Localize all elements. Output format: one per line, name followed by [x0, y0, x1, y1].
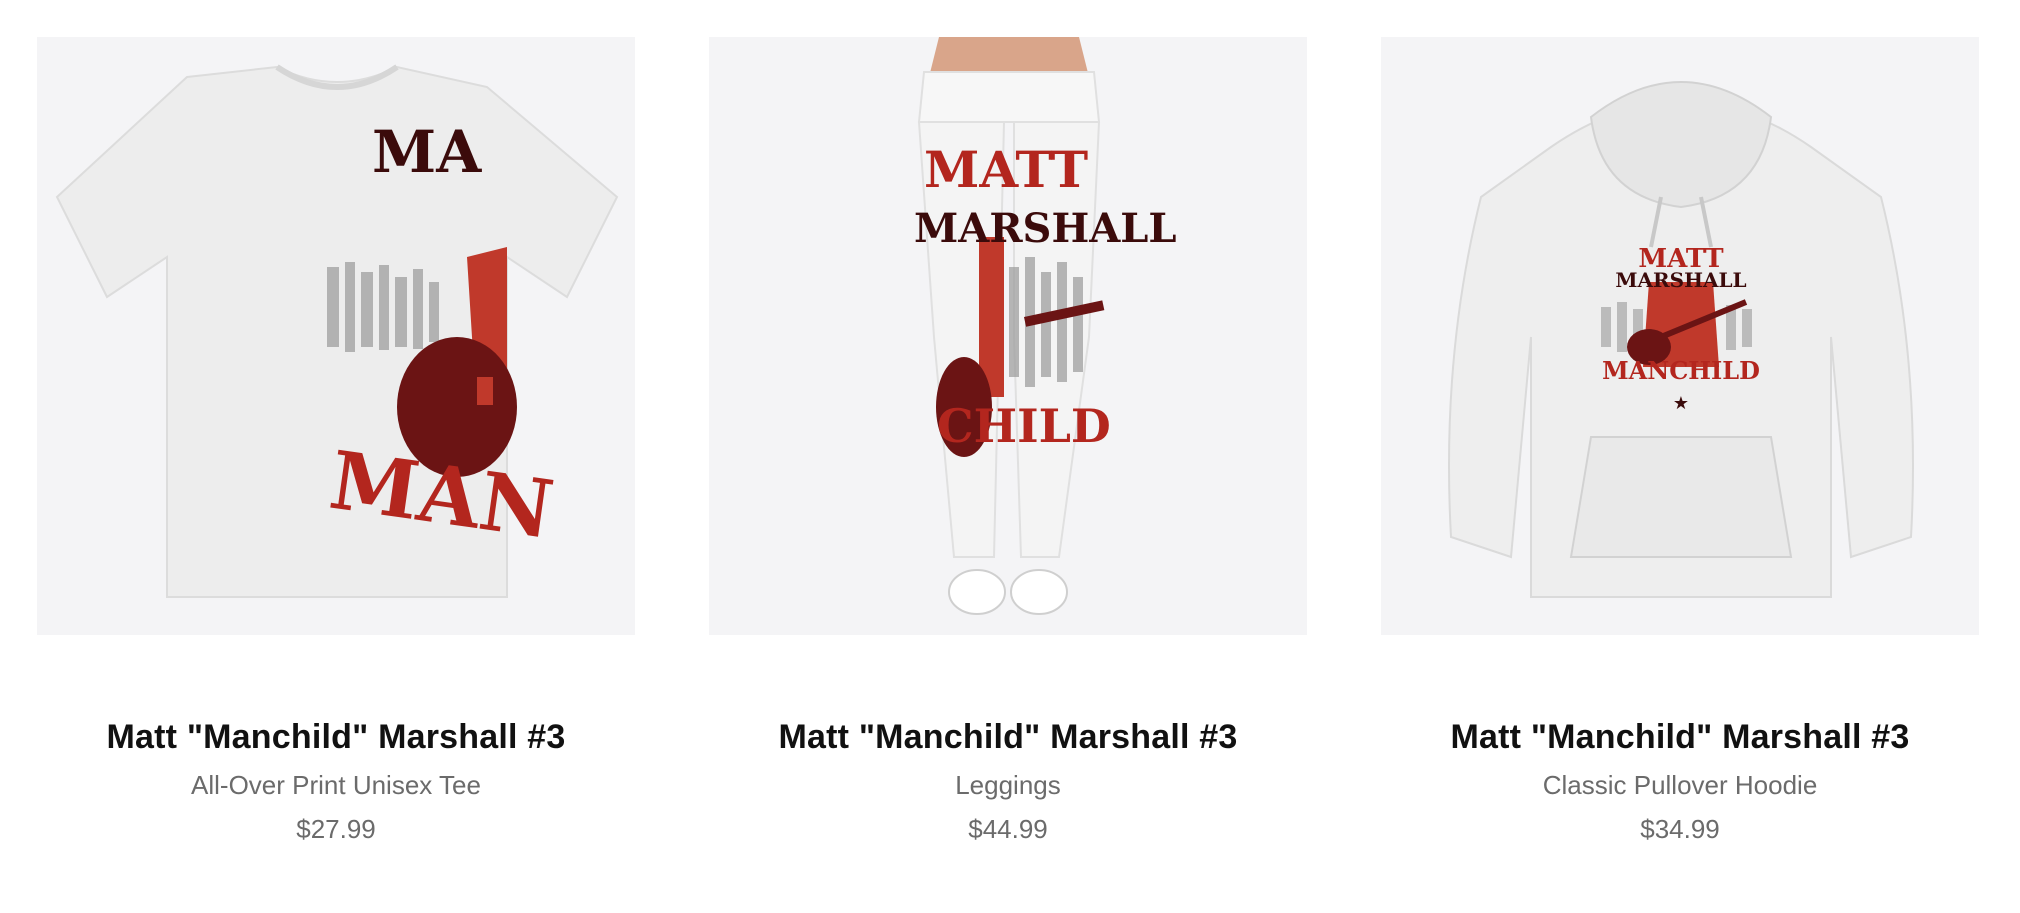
hoodie-icon: MATT MARSHALL MANCHILD ★ [1448, 81, 1914, 598]
product-meta: Matt "Manchild" Marshall #3 Classic Pull… [1381, 715, 1979, 845]
product-image-tee[interactable]: MA MAN [37, 37, 635, 635]
product-image-hoodie[interactable]: MATT MARSHALL MANCHILD ★ [1381, 37, 1979, 635]
product-card-hoodie[interactable]: MATT MARSHALL MANCHILD ★ Matt "Manchild"… [1381, 37, 1979, 845]
product-type: Leggings [955, 770, 1061, 800]
product-card-tee[interactable]: MA MAN Matt "Manchild" Marshall #3 All-O… [37, 37, 635, 845]
leggings-icon: MATT MARSHALL CHILD [914, 37, 1177, 615]
star-icon: ★ [1673, 393, 1689, 414]
product-title[interactable]: Matt "Manchild" Marshall #3 [37, 715, 635, 759]
tshirt-icon: MA MAN [55, 64, 619, 598]
print-text-bottom: MANCHILD [1602, 356, 1760, 385]
product-price: $34.99 [1640, 814, 1720, 844]
print-text-top: MATT [924, 140, 1088, 199]
print-text-top: MA [372, 118, 482, 186]
product-meta: Matt "Manchild" Marshall #3 Leggings $44… [709, 715, 1307, 845]
product-price: $44.99 [968, 814, 1048, 844]
product-card-leggings[interactable]: MATT MARSHALL CHILD Matt "Manchild" Mars… [709, 37, 1307, 845]
product-title[interactable]: Matt "Manchild" Marshall #3 [709, 715, 1307, 759]
product-price: $27.99 [296, 814, 376, 844]
product-image-leggings[interactable]: MATT MARSHALL CHILD [709, 37, 1307, 635]
product-title[interactable]: Matt "Manchild" Marshall #3 [1381, 715, 1979, 759]
print-text-mid: MARSHALL [1615, 268, 1746, 292]
print-text-mid: MARSHALL [914, 205, 1177, 252]
product-type: All-Over Print Unisex Tee [191, 770, 481, 800]
product-type: Classic Pullover Hoodie [1542, 770, 1818, 800]
print-text-bottom: CHILD [937, 399, 1111, 453]
product-grid: MA MAN Matt "Manchild" Marshall #3 All-O… [0, 0, 2020, 913]
product-meta: Matt "Manchild" Marshall #3 All-Over Pri… [37, 715, 635, 845]
